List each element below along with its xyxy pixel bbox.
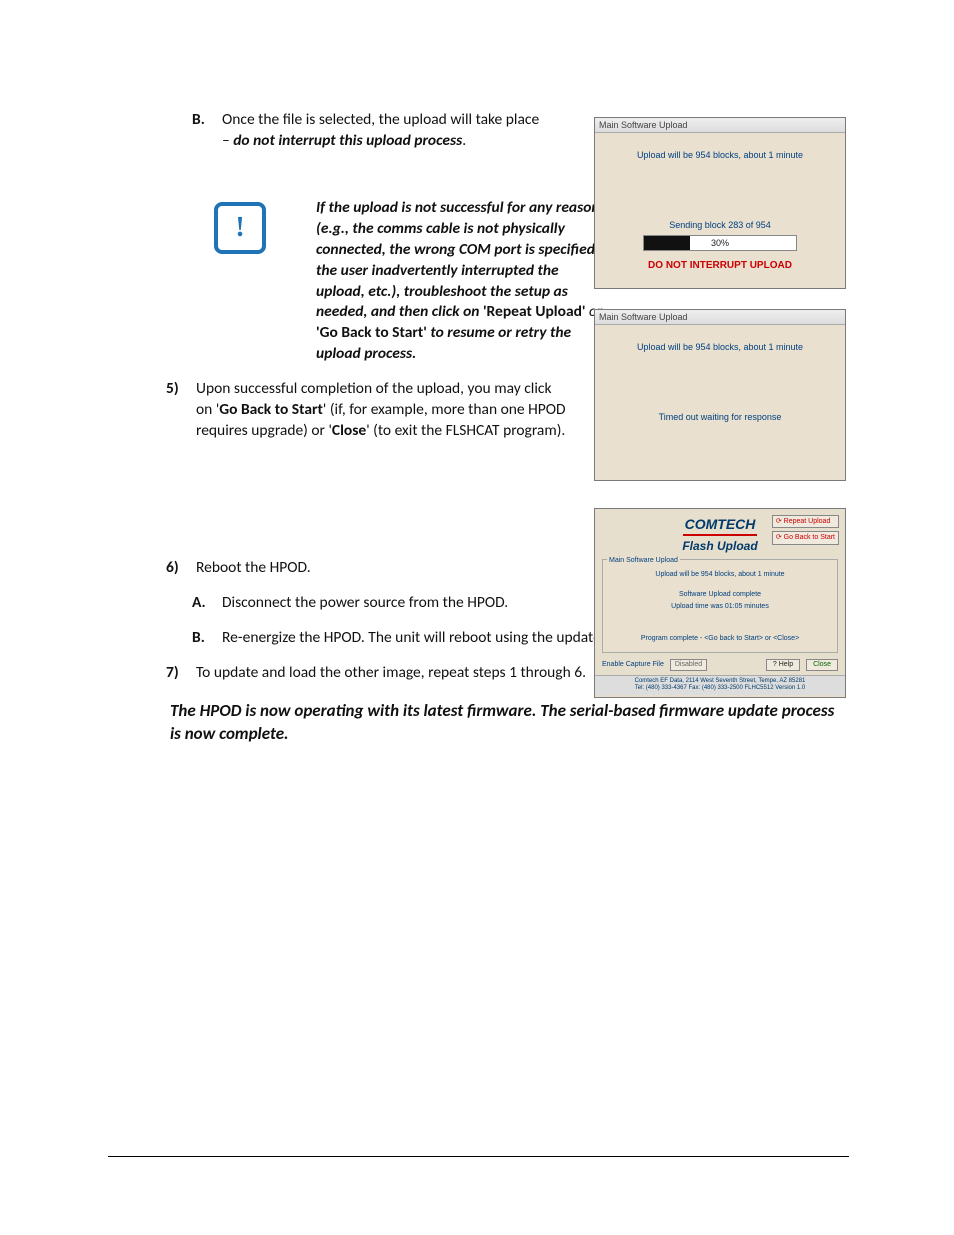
list-marker-a: A. (192, 593, 222, 614)
status-line: Upload will be 954 blocks, about 1 minut… (603, 570, 837, 579)
text-emph: do not interrupt this upload process (233, 131, 462, 150)
text: Go Back to Start (219, 400, 323, 419)
window-title: Main Software Upload (595, 118, 845, 133)
footer-rule (108, 1156, 849, 1157)
window-title: Main Software Upload (595, 310, 845, 325)
capture-file-state: Disabled (670, 659, 707, 670)
step-b-text: Once the file is selected, the upload wi… (222, 110, 542, 152)
page: B. Once the file is selected, the upload… (0, 0, 954, 1235)
list-marker-b: B. (192, 110, 222, 131)
status-line: Timed out waiting for response (595, 411, 845, 423)
label: Go Back to Start (784, 534, 835, 541)
text: 'Go Back to Start' (316, 323, 427, 342)
status-line: Upload time was 01:05 minutes (603, 602, 837, 611)
footer-info: Comtech EF Data, 2114 West Seventh Stree… (595, 675, 845, 696)
footer-line: Tel: (480) 333-4367 Fax: (480) 333-2500 … (595, 685, 845, 693)
right-buttons: ⟳ Repeat Upload ⟳ Go Back to Start (772, 515, 839, 545)
repeat-upload-button[interactable]: ⟳ Repeat Upload (772, 515, 839, 528)
text: Close (332, 421, 366, 440)
close-button[interactable]: Close (806, 659, 838, 670)
progress-percent: 30% (644, 236, 796, 250)
list-marker-7: 7) (166, 663, 196, 684)
status-panel: Main Software Upload Upload will be 954 … (602, 559, 838, 653)
status-line: Upload will be 954 blocks, about 1 minut… (595, 149, 845, 161)
alert-icon: ! (214, 202, 266, 254)
help-button[interactable]: ? Help (766, 659, 800, 670)
progress-bar: 30% (643, 235, 797, 251)
text: . (462, 131, 466, 150)
list-marker-6: 6) (166, 558, 196, 579)
alert-icon-cell: ! (210, 198, 270, 254)
screenshot-upload-timeout: Main Software Upload Upload will be 954 … (594, 309, 846, 481)
exclamation-icon: ! (235, 214, 244, 242)
status-line: Upload will be 954 blocks, about 1 minut… (595, 341, 845, 353)
go-back-button[interactable]: ⟳ Go Back to Start (772, 531, 839, 544)
bottom-bar: Enable Capture File Disabled ? Help Clos… (602, 659, 838, 670)
text: 'Repeat Upload' (483, 302, 586, 321)
list-marker-b2: B. (192, 628, 222, 649)
text: ' (to exit the FLSHCAT program). (366, 421, 565, 440)
final-statement: The HPOD is now operating with its lates… (170, 700, 844, 746)
note-text: If the upload is not successful for any … (316, 198, 606, 365)
label: Repeat Upload (784, 518, 831, 525)
capture-file-label: Enable Capture File (602, 660, 664, 669)
screenshot-flash-upload: COMTECH Flash Upload ⟳ Repeat Upload ⟳ G… (594, 508, 846, 698)
warning-text: DO NOT INTERRUPT UPLOAD (595, 259, 845, 273)
status-line: Program complete - <Go back to Start> or… (603, 634, 837, 643)
status-line: Sending block 283 of 954 (595, 219, 845, 231)
status-line: Software Upload complete (603, 590, 837, 599)
comtech-logo: COMTECH (683, 515, 758, 536)
step5-text: Upon successful completion of the upload… (196, 379, 566, 442)
footer-line: Comtech EF Data, 2114 West Seventh Stree… (595, 678, 845, 686)
list-marker-5: 5) (166, 379, 196, 400)
screenshot-upload-progress: Main Software Upload Upload will be 954 … (594, 117, 846, 289)
panel-title: Main Software Upload (607, 556, 680, 565)
